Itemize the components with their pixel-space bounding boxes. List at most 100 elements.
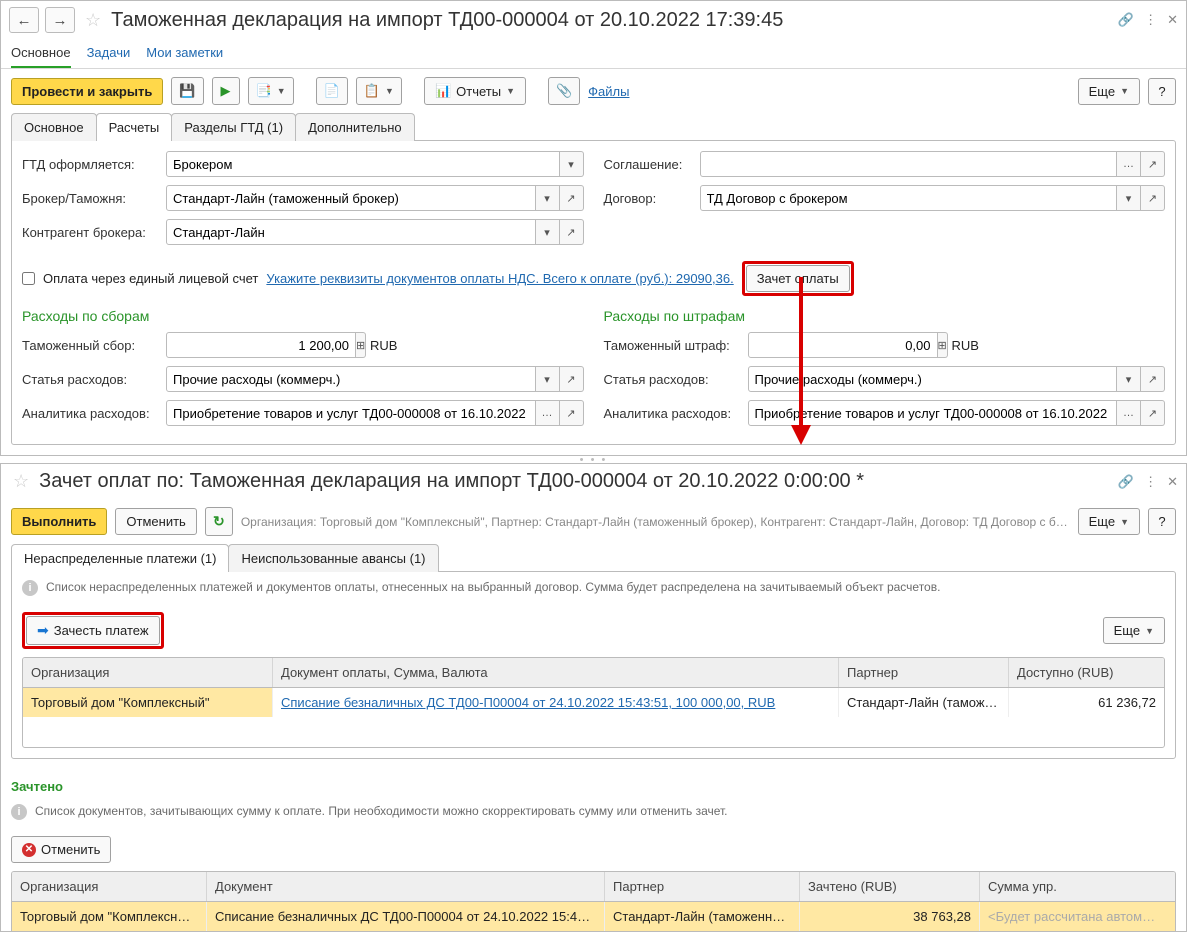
more-button-3[interactable]: Еще▼ — [1103, 617, 1165, 644]
contract-dropdown[interactable]: ▾ — [1117, 185, 1141, 211]
customs-fine-calc[interactable]: ⊞ — [938, 332, 948, 358]
customs-fee-label: Таможенный сбор: — [22, 338, 160, 353]
print-button[interactable]: 📄 — [316, 77, 348, 105]
offset-payment-button[interactable]: Зачет оплаты — [746, 265, 850, 292]
favorite-star-icon[interactable]: ☆ — [85, 10, 101, 31]
post-icon: ▶ — [221, 83, 231, 99]
create-based-on-button[interactable]: 📑▼ — [248, 77, 294, 105]
fine-currency: RUB — [952, 338, 979, 353]
nav-back-button[interactable]: ← — [9, 7, 39, 33]
more-button-2[interactable]: Еще▼ — [1078, 508, 1140, 535]
th2-sum[interactable]: Сумма упр. — [980, 872, 1175, 901]
help-button-2[interactable]: ? — [1148, 508, 1176, 535]
analytics-select-2[interactable]: … — [1117, 400, 1141, 426]
agreement-select[interactable]: … — [1117, 151, 1141, 177]
analytics-input-2[interactable] — [748, 400, 1118, 426]
counterparty-open[interactable]: ↗ — [560, 219, 584, 245]
td2-sum: <Будет рассчитана автом… — [980, 902, 1175, 931]
nav-notes[interactable]: Мои заметки — [146, 45, 223, 60]
link-icon-2[interactable]: 🔗 — [1118, 474, 1134, 490]
analytics-select-1[interactable]: … — [536, 400, 560, 426]
analytics-label-2: Аналитика расходов: — [604, 406, 742, 421]
expense-item-open-2[interactable]: ↗ — [1141, 366, 1165, 392]
customs-fee-input[interactable] — [166, 332, 356, 358]
th2-partner[interactable]: Партнер — [605, 872, 800, 901]
clip-icon: 📎 — [556, 83, 572, 99]
kebab-menu-icon-2[interactable]: ⋮ — [1144, 474, 1157, 490]
agreement-input[interactable] — [700, 151, 1118, 177]
tab-extra[interactable]: Дополнительно — [295, 113, 415, 141]
attach-button[interactable]: 📎 — [548, 77, 580, 105]
nav-forward-button[interactable]: → — [45, 7, 75, 33]
broker-open[interactable]: ↗ — [560, 185, 584, 211]
gtd-by-dropdown[interactable]: ▾ — [560, 151, 584, 177]
tab-unallocated[interactable]: Нераспределенные платежи (1) — [11, 544, 229, 572]
reports-button[interactable]: 📊Отчеты▼ — [424, 77, 526, 105]
close-icon-2[interactable]: ✕ — [1167, 474, 1178, 490]
customs-fine-input[interactable] — [748, 332, 938, 358]
expense-item-input-2[interactable] — [748, 366, 1118, 392]
th2-credited[interactable]: Зачтено (RUB) — [800, 872, 980, 901]
counterparty-input[interactable] — [166, 219, 536, 245]
credit-payment-button[interactable]: ➡Зачесть платеж — [26, 616, 160, 645]
table-row[interactable]: Торговый дом "Комплексный" Списание безн… — [12, 902, 1175, 931]
th-partner[interactable]: Партнер — [839, 658, 1009, 687]
th-org[interactable]: Организация — [23, 658, 273, 687]
contract-open[interactable]: ↗ — [1141, 185, 1165, 211]
cancel-button[interactable]: Отменить — [115, 508, 196, 535]
pay-single-account-checkbox[interactable] — [22, 272, 35, 285]
th-doc[interactable]: Документ оплаты, Сумма, Валюта — [273, 658, 839, 687]
unallocated-payments-table: Организация Документ оплаты, Сумма, Валю… — [22, 657, 1165, 748]
customs-fee-calc[interactable]: ⊞ — [356, 332, 366, 358]
refresh-button[interactable]: ↻ — [205, 507, 233, 536]
refresh-icon: ↻ — [213, 513, 225, 530]
agreement-open[interactable]: ↗ — [1141, 151, 1165, 177]
analytics-open-2[interactable]: ↗ — [1141, 400, 1165, 426]
cancel-credit-button[interactable]: ✕Отменить — [11, 836, 111, 863]
post-and-close-button[interactable]: Провести и закрыть — [11, 78, 163, 105]
post-button[interactable]: ▶ — [212, 77, 240, 105]
broker-input[interactable] — [166, 185, 536, 211]
close-icon[interactable]: ✕ — [1167, 12, 1178, 28]
analytics-open-1[interactable]: ↗ — [560, 400, 584, 426]
counterparty-label: Контрагент брокера: — [22, 225, 160, 240]
tab-unused[interactable]: Неиспользованные авансы (1) — [228, 544, 438, 572]
nav-tasks[interactable]: Задачи — [87, 45, 131, 60]
favorite-star-icon-2[interactable]: ☆ — [13, 471, 29, 492]
expense-item-input-1[interactable] — [166, 366, 536, 392]
counterparty-dropdown[interactable]: ▾ — [536, 219, 560, 245]
gtd-by-input[interactable] — [166, 151, 560, 177]
tab-main[interactable]: Основное — [11, 113, 97, 141]
tab-calc[interactable]: Расчеты — [96, 113, 173, 141]
expense-item-dropdown-2[interactable]: ▾ — [1117, 366, 1141, 392]
expense-item-dropdown-1[interactable]: ▾ — [536, 366, 560, 392]
td-doc-link[interactable]: Списание безналичных ДС ТД00-П00004 от 2… — [281, 695, 775, 710]
tab-sections[interactable]: Разделы ГТД (1) — [171, 113, 296, 141]
contract-input[interactable] — [700, 185, 1118, 211]
dt-button[interactable]: 📋▼ — [356, 77, 402, 105]
files-link[interactable]: Файлы — [588, 84, 629, 99]
execute-button[interactable]: Выполнить — [11, 508, 107, 535]
splitter[interactable]: • • • — [0, 456, 1187, 463]
reports-icon: 📊 — [435, 83, 451, 99]
nav-main[interactable]: Основное — [11, 45, 71, 68]
window-title: Таможенная декларация на импорт ТД00-000… — [111, 9, 783, 32]
analytics-input-1[interactable] — [166, 400, 536, 426]
kebab-menu-icon[interactable]: ⋮ — [1144, 12, 1157, 28]
save-button[interactable]: 💾 — [171, 77, 203, 105]
broker-label: Брокер/Таможня: — [22, 191, 160, 206]
table-row[interactable]: Торговый дом "Комплексный" Списание безн… — [23, 688, 1164, 717]
specify-details-link[interactable]: Укажите реквизиты документов оплаты НДС.… — [266, 271, 733, 286]
cancel-circle-icon: ✕ — [22, 843, 36, 857]
broker-dropdown[interactable]: ▾ — [536, 185, 560, 211]
th2-doc[interactable]: Документ — [207, 872, 605, 901]
more-button-1[interactable]: Еще▼ — [1078, 78, 1140, 105]
contract-label: Договор: — [604, 191, 694, 206]
expense-item-label-2: Статья расходов: — [604, 372, 742, 387]
th2-org[interactable]: Организация — [12, 872, 207, 901]
help-button-1[interactable]: ? — [1148, 78, 1176, 105]
link-icon[interactable]: 🔗 — [1118, 12, 1134, 28]
expense-item-open-1[interactable]: ↗ — [560, 366, 584, 392]
th-avail[interactable]: Доступно (RUB) — [1009, 658, 1164, 687]
td-avail: 61 236,72 — [1009, 688, 1164, 717]
